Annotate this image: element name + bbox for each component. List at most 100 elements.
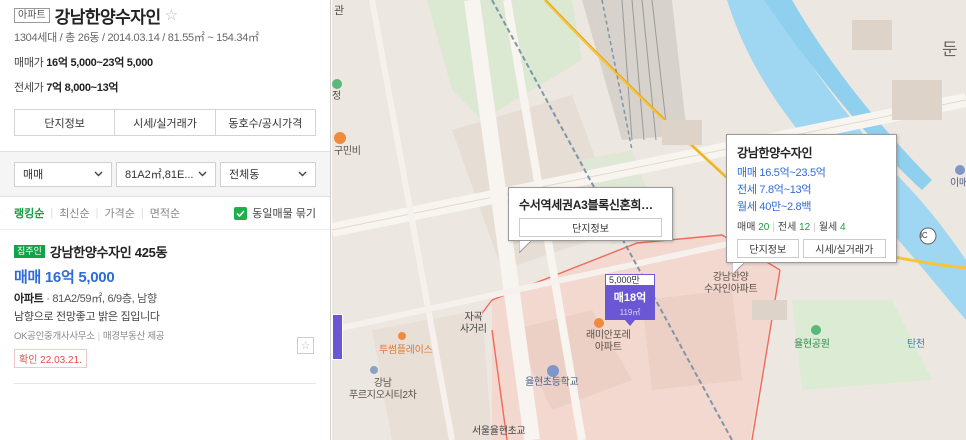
- area-select[interactable]: 81A2㎡,81E...: [116, 161, 216, 187]
- dong-value: 전체동: [229, 169, 260, 181]
- sort-separator: |: [50, 207, 54, 219]
- jeonse-price-range: 전세가 7억 8,000~13억: [14, 79, 316, 95]
- favorite-star-icon[interactable]: ☆: [165, 8, 178, 23]
- map-label-seoul-yulhyeon: 서울율현초교: [472, 426, 526, 437]
- sale-count-label: 매매: [737, 222, 756, 233]
- listing-spec-type: 아파트: [14, 293, 44, 305]
- jeonse-price-label: 전세가: [14, 82, 44, 94]
- monthly-count-label: 월세: [818, 222, 838, 233]
- count-separator: |: [772, 222, 775, 233]
- map-label-yulhyeon-school: 율현초등학교: [525, 377, 579, 388]
- complex-info-button[interactable]: 단지정보: [519, 218, 662, 237]
- jeonse-count: 12: [799, 222, 811, 233]
- price-marker-body: 매18억 119㎡: [605, 286, 655, 320]
- group-same-listings-label: 동일매물 묶기: [252, 208, 316, 220]
- price-marker-price: 매18억: [613, 292, 647, 304]
- complex-tooltip-title[interactable]: 강남한양수자인: [737, 144, 886, 161]
- sort-area[interactable]: 면적순: [150, 205, 180, 221]
- tooltip-sale-range: 매매 16.5억~23.5억: [737, 167, 826, 179]
- listing-agent: OK공인중개사사무소 | 매경부동산 제공: [14, 328, 316, 342]
- tooltip-market-price-button[interactable]: 시세/실거래가: [802, 239, 886, 258]
- listing-description: 남향으로 전망좋고 밝은 집입니다: [14, 311, 160, 323]
- map-label-tussum: 투썸플레이스: [379, 345, 433, 356]
- count-separator: |: [813, 222, 816, 233]
- tooltip-tail-icon: [519, 241, 531, 253]
- complex-title: 강남한양수자인: [54, 7, 161, 27]
- chevron-down-icon: [198, 171, 207, 177]
- tooltip-tail-icon: [732, 263, 744, 275]
- tab-unit-official-price[interactable]: 동호수/공시가격: [216, 110, 315, 135]
- dong-select[interactable]: 전체동: [220, 161, 316, 187]
- complex-tooltip-small: 수서역세권A3블록신혼희… 단지정보: [508, 187, 673, 253]
- agent-separator: |: [97, 331, 100, 342]
- listing-divider: [14, 383, 316, 384]
- filter-bar: 매매 81A2㎡,81E... 전체동: [0, 152, 330, 197]
- area-value: 81A2㎡,81E...: [125, 169, 194, 181]
- map-label-gangnam-prugio: 강남 푸르지오시티2차: [349, 378, 417, 401]
- listing-favorite-star-icon[interactable]: ☆: [297, 337, 314, 354]
- sale-price-label: 매매가: [14, 57, 44, 69]
- owner-badge: 집주인: [14, 245, 45, 258]
- confirm-date-badge: 확인 22.03.21.: [14, 349, 87, 368]
- complex-tabs: 단지정보 시세/실거래가 동호수/공시가격: [14, 109, 316, 136]
- section-gap: [0, 136, 330, 152]
- chevron-down-icon: [94, 171, 103, 177]
- listing-name[interactable]: 강남한양수자인 425동: [50, 242, 168, 261]
- group-same-listings-toggle[interactable]: 동일매물 묶기: [234, 205, 316, 221]
- tooltip-jeonse-range: 전세 7.8억~13억: [737, 184, 812, 196]
- jeonse-price-value: 7억 8,000~13억: [46, 82, 119, 94]
- sale-price-range: 매매가 16억 5,000~23억 5,000: [14, 54, 316, 70]
- tooltip-monthly-range: 월세 40만~2.8백: [737, 201, 812, 213]
- listing-source: 매경부동산 제공: [102, 331, 165, 342]
- sort-ranking[interactable]: 랭킹순: [14, 205, 44, 221]
- listing-price: 매매 16억 5,000: [14, 269, 115, 286]
- tooltip-listing-counts: 매매 20 | 전세 12 | 월세 4: [737, 218, 886, 233]
- complex-tooltip-large: 강남한양수자인 매매 16.5억~23.5억 전세 7.8억~13억 월세 40…: [726, 134, 897, 275]
- map-label-ic: IC: [920, 231, 928, 240]
- price-marker-tail: [625, 320, 635, 326]
- sort-latest[interactable]: 최신순: [59, 205, 89, 221]
- sort-price[interactable]: 가격순: [104, 205, 134, 221]
- tooltip-buttons: 단지정보 시세/실거래가: [737, 239, 886, 258]
- sort-separator: |: [95, 207, 99, 219]
- monthly-count: 4: [840, 222, 846, 233]
- map-label-gwan: 관: [334, 5, 344, 17]
- listing-title-row: 집주인 강남한양수자인 425동: [14, 242, 316, 261]
- map-label-jagok-intersection: 자곡 사거리: [460, 312, 487, 335]
- map-label-goobi: 구민비: [334, 146, 361, 157]
- sale-price-value: 16억 5,000~23억 5,000: [46, 57, 153, 69]
- price-marker-area: 119㎡: [619, 308, 641, 317]
- agent-name: OK공인중개사사무소: [14, 331, 95, 342]
- map-label-raemian[interactable]: 래미안포레 아파트: [586, 330, 631, 354]
- map-label-dun: 둔: [942, 40, 958, 59]
- map-label-yulhyeon-park: 율현공원: [794, 339, 830, 350]
- sort-bar: 랭킹순 | 최신순 | 가격순 | 면적순 동일매물 묶기: [0, 197, 330, 230]
- price-marker[interactable]: 5,000만 매18억 119㎡: [605, 274, 655, 326]
- price-marker-top: 5,000만: [605, 274, 655, 286]
- map-label-kangnam-hanyang[interactable]: 강남한양 수자인아파트: [704, 272, 758, 296]
- complex-meta: 1304세대 / 총 26동 / 2014.03.14 / 81.55㎡ ~ 1…: [14, 32, 259, 44]
- tooltip-complex-info-button[interactable]: 단지정보: [737, 239, 799, 258]
- map-label-imae: 이매: [950, 178, 966, 189]
- listing-spec: 아파트 · 81A2/59㎡, 6/9층, 남향: [14, 290, 316, 306]
- trade-type-select[interactable]: 매매: [14, 161, 112, 187]
- map-canvas[interactable]: 관 둔 정 구민비 강남한양 수자인아파트 래미안포레 아파트 자곡 사거리 투…: [332, 0, 966, 440]
- complex-tooltip-small-title[interactable]: 수서역세권A3블록신혼희…: [519, 196, 662, 213]
- map-label-jeong: 정: [332, 91, 341, 102]
- complex-title-row: 아파트 강남한양수자인 ☆: [14, 4, 316, 27]
- complex-header: 아파트 강남한양수자인 ☆ 1304세대 / 총 26동 / 2014.03.1…: [0, 0, 330, 136]
- listing-spec-detail: · 81A2/59㎡, 6/9층, 남향: [43, 293, 157, 305]
- listing-panel: 아파트 강남한양수자인 ☆ 1304세대 / 총 26동 / 2014.03.1…: [0, 0, 331, 440]
- price-marker-partial[interactable]: [332, 314, 343, 360]
- sort-separator: |: [140, 207, 144, 219]
- property-type-badge: 아파트: [14, 7, 50, 23]
- chevron-down-icon: [298, 171, 307, 177]
- tab-complex-info[interactable]: 단지정보: [15, 110, 116, 135]
- listing-item[interactable]: 집주인 강남한양수자인 425동 매매 16억 5,000 아파트 · 81A2…: [0, 230, 330, 368]
- trade-type-value: 매매: [23, 169, 44, 181]
- sale-count: 20: [758, 222, 770, 233]
- tab-market-price[interactable]: 시세/실거래가: [115, 110, 216, 135]
- checkbox-checked-icon[interactable]: [234, 206, 248, 220]
- jeonse-count-label: 전세: [777, 222, 797, 233]
- map-label-tancheon: 탄천: [907, 339, 925, 350]
